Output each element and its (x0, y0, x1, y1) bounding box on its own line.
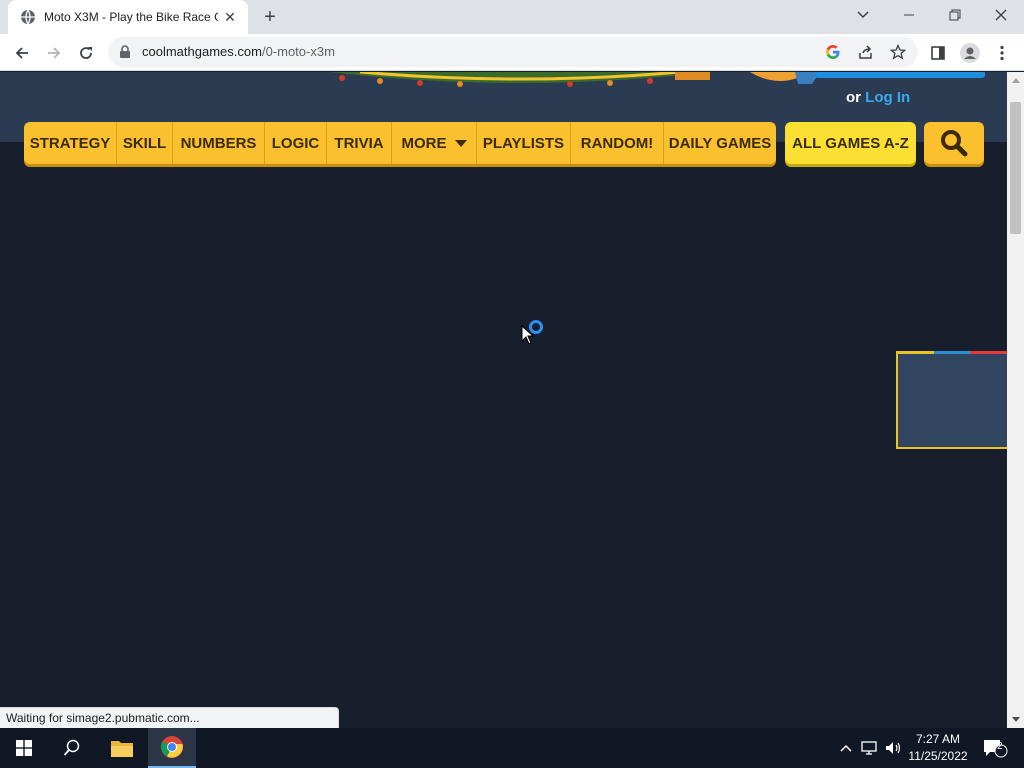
side-panel-button[interactable] (924, 39, 952, 67)
notification-count: 2 (997, 741, 1003, 752)
nav-skill[interactable]: SKILL (117, 122, 173, 164)
back-button[interactable] (8, 39, 36, 67)
clock-date: 11/25/2022 (908, 749, 968, 763)
search-icon (63, 739, 80, 756)
folder-icon (111, 741, 133, 757)
status-bar: Waiting for simage2.pubmatic.com... (0, 707, 339, 728)
url-path: /0-moto-x3m (261, 44, 335, 59)
forward-arrow-icon (48, 47, 61, 59)
google-icon (826, 45, 840, 59)
nav-more-label: MORE (401, 134, 447, 152)
windows-logo-icon (16, 740, 32, 756)
globe-icon (21, 9, 35, 25)
reload-icon (80, 47, 92, 59)
chrome-taskbar-button[interactable] (148, 728, 196, 768)
back-arrow-icon (15, 47, 28, 59)
triangle-down-icon (1011, 717, 1020, 722)
address-bar[interactable]: coolmathgames.com/0-moto-x3m (108, 37, 918, 67)
forward-button[interactable] (40, 39, 68, 67)
share-icon (859, 45, 872, 59)
speaker-icon (886, 742, 901, 754)
signup-banner[interactable] (815, 72, 985, 78)
close-icon (995, 9, 1007, 21)
windows-taskbar: 7:27 AM 11/25/2022 2 (0, 728, 1024, 768)
url-domain: coolmathgames.com (142, 44, 262, 59)
mascot-image (750, 72, 820, 84)
tab-strip: Moto X3M - Play the Bike Race G ✕ + (0, 0, 1024, 34)
ad-stripe (898, 351, 1007, 354)
nav-daily-games[interactable]: DAILY GAMES (664, 122, 776, 164)
all-games-az-button[interactable]: ALL GAMES A-Z (785, 122, 916, 164)
new-tab-button[interactable]: + (258, 6, 282, 30)
bookmark-button[interactable] (888, 42, 908, 62)
profile-button[interactable] (956, 39, 984, 67)
file-explorer-button[interactable] (98, 728, 146, 768)
scroll-thumb[interactable] (1010, 102, 1021, 234)
lock-icon[interactable] (118, 45, 132, 59)
nav-strategy[interactable]: STRATEGY (24, 122, 117, 164)
nav-playlists[interactable]: PLAYLISTS (477, 122, 571, 164)
scroll-down-button[interactable] (1007, 711, 1024, 728)
reload-button[interactable] (72, 39, 100, 67)
nav-logic[interactable]: LOGIC (265, 122, 327, 164)
tab-title: Moto X3M - Play the Bike Race G (44, 10, 218, 24)
nav-more[interactable]: MORE (392, 122, 477, 164)
login-prefix: or (846, 89, 861, 106)
ad-placeholder[interactable] (896, 351, 1007, 449)
page-viewport: or Log In STRATEGY SKILL NUMBERS LOGIC T… (0, 72, 1007, 728)
minimize-button[interactable] (886, 0, 932, 30)
star-icon (890, 44, 906, 60)
search-icon (941, 130, 968, 157)
nav-trivia[interactable]: TRIVIA (327, 122, 392, 164)
browser-toolbar: coolmathgames.com/0-moto-x3m (0, 34, 1024, 71)
login-prompt: or Log In (846, 89, 910, 106)
restore-button[interactable] (932, 0, 978, 30)
restore-icon (949, 9, 961, 21)
close-window-button[interactable] (978, 0, 1024, 30)
menu-button[interactable] (988, 39, 1016, 67)
tab-close-icon[interactable]: ✕ (222, 9, 238, 25)
chevron-down-icon (857, 11, 869, 19)
chrome-icon (161, 736, 183, 758)
network-icon (861, 741, 877, 755)
url-text[interactable]: coolmathgames.com/0-moto-x3m (142, 44, 335, 59)
notification-icon (984, 740, 1008, 758)
login-link[interactable]: Log In (865, 89, 910, 106)
nav-random[interactable]: RANDOM! (571, 122, 664, 164)
profile-icon (960, 43, 980, 63)
scroll-up-button[interactable] (1007, 72, 1024, 89)
notification-center-button[interactable]: 2 (982, 738, 1008, 758)
side-panel-icon (931, 46, 945, 60)
site-logo[interactable] (320, 72, 720, 88)
tab-search-button[interactable] (840, 0, 886, 30)
mouse-cursor-icon (521, 325, 535, 345)
system-clock[interactable]: 7:27 AM 11/25/2022 (906, 731, 970, 765)
caret-down-icon (454, 139, 467, 147)
share-button[interactable] (856, 42, 876, 62)
chevron-up-icon (840, 744, 852, 752)
start-button[interactable] (0, 728, 48, 768)
show-hidden-icons-button[interactable] (836, 738, 856, 758)
clock-time: 7:27 AM (915, 732, 961, 746)
nav-numbers[interactable]: NUMBERS (173, 122, 265, 164)
network-button[interactable] (860, 738, 880, 758)
kebab-menu-icon (1000, 45, 1004, 61)
browser-tab[interactable]: Moto X3M - Play the Bike Race G ✕ (8, 0, 248, 34)
main-nav: STRATEGY SKILL NUMBERS LOGIC TRIVIA MORE… (24, 122, 776, 164)
taskbar-search-button[interactable] (48, 728, 96, 768)
google-translate-icon[interactable] (823, 42, 843, 62)
volume-button[interactable] (883, 738, 903, 758)
triangle-up-icon (1011, 78, 1020, 83)
site-search-button[interactable] (924, 122, 984, 164)
page-scrollbar[interactable] (1007, 72, 1024, 728)
minimize-icon (904, 14, 914, 16)
